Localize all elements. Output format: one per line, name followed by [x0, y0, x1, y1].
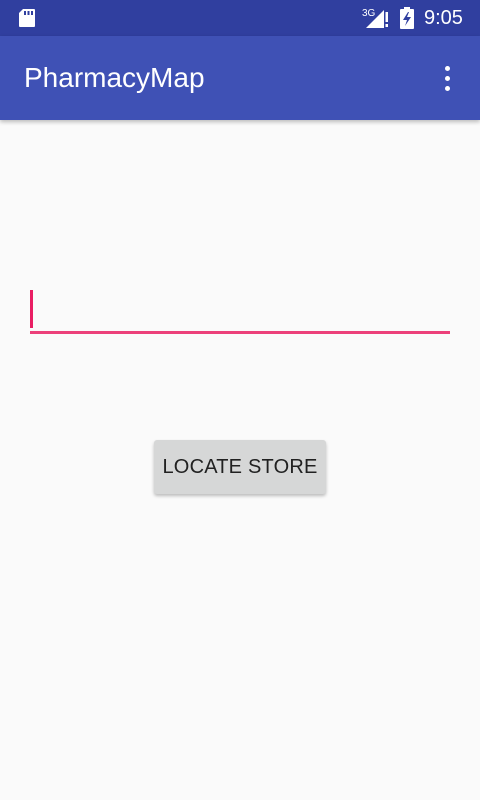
text-cursor	[30, 290, 33, 328]
app-bar: PharmacyMap	[0, 36, 480, 120]
status-time: 9:05	[424, 7, 463, 29]
overflow-menu-icon[interactable]	[430, 58, 464, 98]
app-title: PharmacyMap	[24, 62, 205, 93]
status-bar: 3G 9:05	[0, 0, 480, 36]
sd-card-icon	[19, 9, 35, 27]
locate-store-button[interactable]: LOCATE STORE	[154, 440, 326, 494]
store-search-input[interactable]	[30, 290, 450, 334]
input-underline	[30, 331, 450, 334]
signal-icon: 3G	[362, 8, 388, 28]
network-type-label: 3G	[362, 8, 376, 19]
battery-charging-icon	[400, 7, 414, 29]
